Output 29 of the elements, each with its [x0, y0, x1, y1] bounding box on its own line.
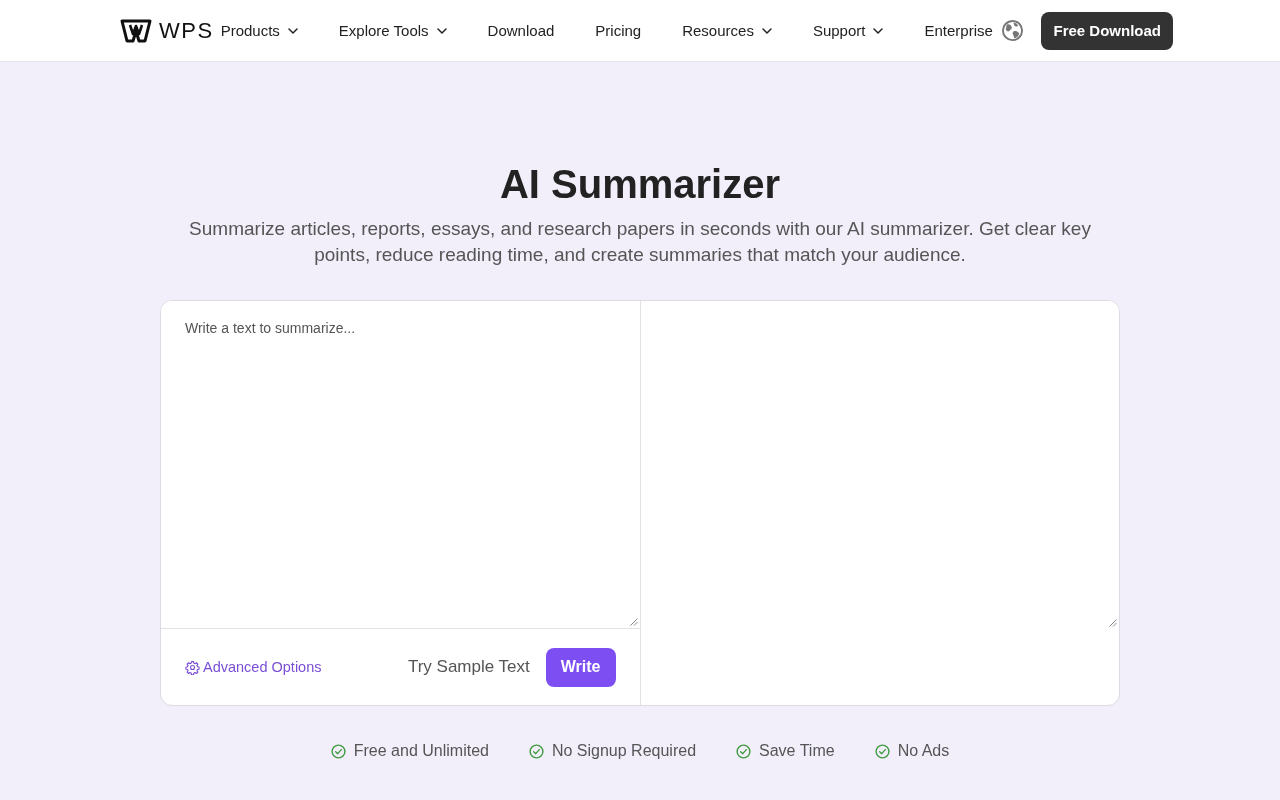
- check-circle-icon: [736, 743, 752, 759]
- gear-icon: [185, 659, 200, 675]
- nav-link[interactable]: Explore Tools: [338, 22, 447, 39]
- page-title: AI Summarizer: [499, 161, 781, 208]
- feature-label: No Ads: [897, 742, 950, 760]
- feature-label: Free and Unlimited: [353, 742, 489, 760]
- logo-link[interactable]: WPS: [120, 18, 214, 43]
- check-circle-icon: [874, 743, 890, 759]
- resize-handle-icon[interactable]: [1109, 619, 1117, 627]
- resize-handle-icon[interactable]: [629, 618, 638, 626]
- feature-label: Save Time: [759, 742, 835, 760]
- nav-link[interactable]: Download: [487, 22, 555, 39]
- nav-link[interactable]: Pricing: [595, 22, 642, 39]
- globe-icon[interactable]: [1000, 19, 1024, 42]
- logo-icon: [120, 18, 152, 43]
- nav-link[interactable]: Support: [812, 22, 884, 39]
- download-button[interactable]: Free Download: [1041, 11, 1173, 50]
- check-circle-icon: [330, 743, 346, 759]
- advanced-options-link[interactable]: Advanced Options: [185, 659, 322, 675]
- nav-link[interactable]: Enterprise: [924, 22, 993, 39]
- check-circle-icon: [528, 743, 544, 759]
- page-subtitle: Summarize articles, reports, essays, and research papers in seconds with our AI summarizer. Get clear key points, reduce reading time, and create summaries that match your audience.: [188, 217, 1092, 267]
- feature-label: No Signup Required: [551, 742, 697, 760]
- text-input[interactable]: Write a text to summarize...: [185, 319, 616, 614]
- write-button[interactable]: Write: [545, 647, 616, 687]
- nav-link[interactable]: Resources: [682, 22, 772, 39]
- input-field[interactable]: Write a text to summarize...: [161, 301, 640, 629]
- sample-text-button[interactable]: Try Sample Text: [407, 657, 530, 677]
- nav-link[interactable]: Products: [220, 22, 298, 39]
